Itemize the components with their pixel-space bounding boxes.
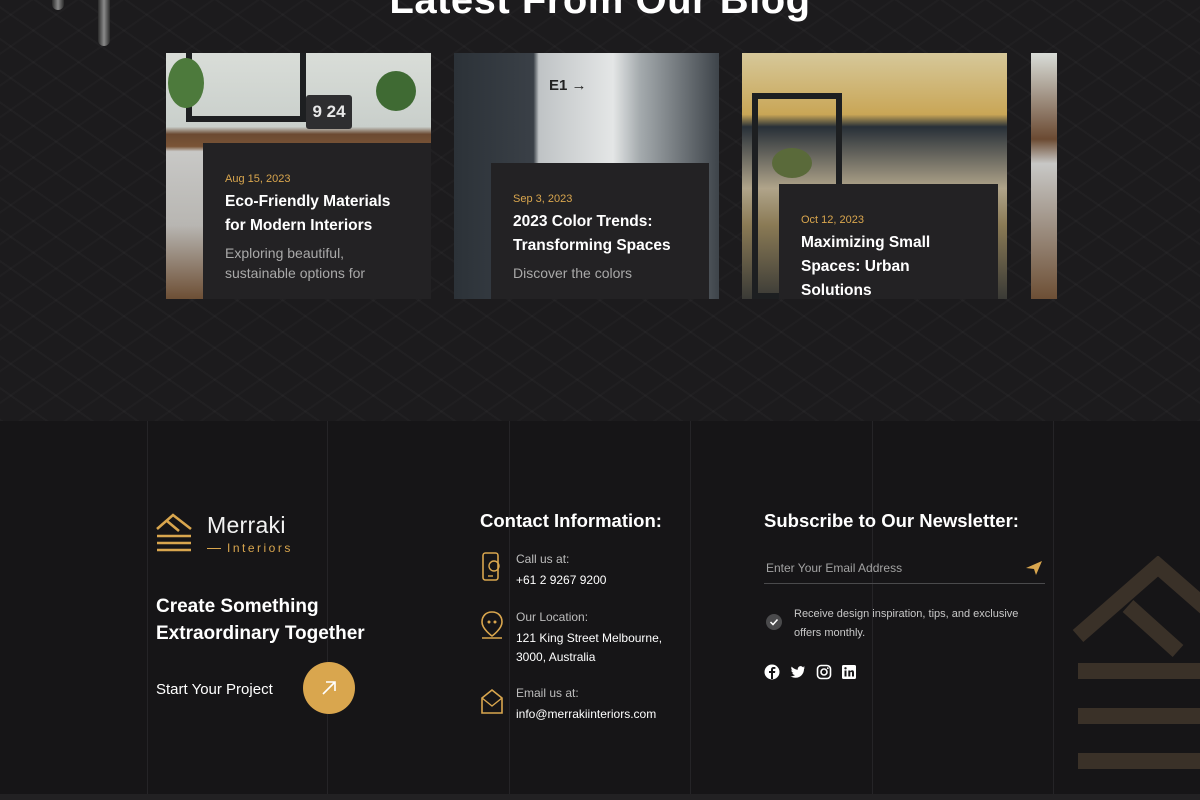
window	[186, 53, 306, 122]
consent-checkbox[interactable]	[766, 614, 782, 630]
divider	[1053, 421, 1054, 794]
desk-clock: 9 24	[306, 95, 352, 129]
checkmark-icon	[769, 618, 779, 626]
post-title[interactable]: Maximizing Small Spaces: Urban Solutions	[801, 231, 976, 299]
post-date: Aug 15, 2023	[225, 173, 291, 185]
arrow-up-right-icon	[322, 681, 336, 695]
email-label: Email us at:	[516, 686, 579, 700]
blog-section: Latest From Our Blog 9 24 Aug 15, 2023 E…	[0, 0, 1200, 421]
start-project-button[interactable]	[303, 662, 355, 714]
phone-icon	[482, 552, 500, 581]
start-project-link[interactable]: Start Your Project	[156, 681, 273, 698]
location-icon	[481, 611, 503, 639]
linkedin-icon[interactable]	[841, 664, 857, 680]
facebook-icon[interactable]	[764, 664, 780, 680]
blog-card[interactable]: 9 24 Aug 15, 2023 Eco-Friendly Materials…	[166, 53, 431, 299]
plant	[168, 58, 204, 108]
location-value: 121 King Street Melbourne, 3000, Austral…	[516, 629, 662, 667]
post-title[interactable]: 2023 Color Trends: Transforming Spaces	[513, 210, 687, 258]
divider	[147, 421, 148, 794]
post-excerpt: Discover the colors	[513, 265, 633, 281]
blog-card-panel: Sep 3, 2023 2023 Color Trends: Transform…	[491, 163, 709, 299]
email-value[interactable]: info@merrakiinteriors.com	[516, 705, 656, 724]
brand-logo[interactable]: Merraki Interiors	[155, 511, 293, 555]
newsletter-heading: Subscribe to Our Newsletter:	[764, 510, 1019, 531]
page: Latest From Our Blog 9 24 Aug 15, 2023 E…	[0, 0, 1200, 800]
newsletter-email-input[interactable]	[764, 553, 1045, 584]
divider	[509, 421, 510, 794]
brand-name: Merraki	[207, 511, 286, 538]
page-bottom-bar	[0, 794, 1200, 800]
blog-heading: Latest From Our Blog	[389, 0, 811, 22]
divider	[690, 421, 691, 794]
tagline-line-1: Create Something	[156, 596, 319, 617]
contact-heading: Contact Information:	[480, 510, 662, 531]
blog-card-panel: Aug 15, 2023 Eco-Friendly Materials for …	[203, 143, 431, 299]
consent-text: Receive design inspiration, tips, and ex…	[794, 608, 1019, 639]
send-icon[interactable]	[1024, 559, 1044, 577]
logo-mark-icon	[156, 513, 192, 552]
post-excerpt: Exploring beautiful, sustainable options…	[225, 245, 366, 281]
wall-sign: E1 →	[549, 77, 587, 94]
call-label: Call us at:	[516, 552, 570, 566]
brand-sub: Interiors	[207, 541, 293, 555]
post-date: Sep 3, 2023	[513, 193, 573, 205]
tagline-line-2: Extraordinary Together	[156, 623, 365, 644]
post-title[interactable]: Eco-Friendly Materials for Modern Interi…	[225, 190, 409, 238]
blog-card-panel: Oct 12, 2023 Maximizing Small Spaces: Ur…	[779, 184, 998, 299]
call-value[interactable]: +61 2 9267 9200	[516, 571, 606, 590]
location-label: Our Location:	[516, 610, 589, 624]
instagram-icon[interactable]	[816, 664, 832, 680]
plant	[376, 71, 416, 111]
blog-card-image	[1031, 53, 1057, 299]
blog-card[interactable]: E1 → Sep 3, 2023 2023 Color Trends: Tran…	[454, 53, 719, 299]
location-line-1: 121 King Street Melbourne,	[516, 631, 663, 645]
email-icon	[481, 688, 503, 714]
blog-card-partial[interactable]	[1031, 53, 1057, 299]
footer-tagline: Create Something Extraordinary Together	[156, 593, 365, 647]
footer: Merraki Interiors Create Something Extra…	[0, 421, 1200, 794]
location-line-2: 3000, Australia	[516, 650, 596, 664]
plant	[772, 148, 812, 178]
brand-watermark-icon	[1072, 556, 1200, 769]
twitter-icon[interactable]	[790, 664, 806, 680]
blog-card[interactable]: Oct 12, 2023 Maximizing Small Spaces: Ur…	[742, 53, 1007, 299]
post-date: Oct 12, 2023	[801, 214, 864, 226]
